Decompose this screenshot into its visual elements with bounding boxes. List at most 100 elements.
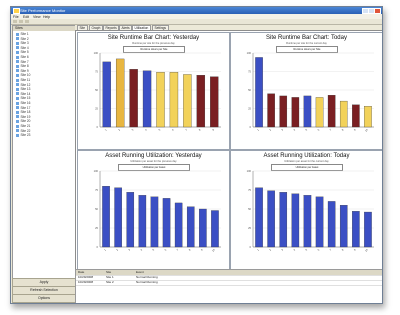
menu-file[interactable]: File bbox=[13, 15, 19, 19]
column-header-event[interactable]: Event bbox=[136, 270, 144, 275]
tree-item[interactable]: Site 7 bbox=[16, 60, 29, 64]
bar bbox=[138, 195, 147, 248]
bar bbox=[267, 190, 275, 248]
bar bbox=[199, 208, 207, 248]
x-tick-label: 8 bbox=[188, 247, 192, 251]
x-tick-label: 2 bbox=[115, 247, 119, 251]
tree-item-label: Site 1 bbox=[20, 32, 29, 36]
tree-item[interactable]: Site 5 bbox=[16, 50, 29, 54]
bar bbox=[115, 58, 125, 128]
bar bbox=[210, 76, 219, 128]
tree-item-label: Site 4 bbox=[20, 45, 29, 50]
tree-item[interactable]: Site 6 bbox=[16, 55, 29, 59]
tree-item-label: Site 20 bbox=[20, 119, 31, 124]
table-row[interactable]: 10/29/2008 Site 2 Normal Running bbox=[76, 280, 382, 286]
x-tick-label: 10 bbox=[364, 127, 369, 132]
bar bbox=[186, 206, 195, 248]
x-tick-label: 6 bbox=[316, 247, 320, 251]
cell-site: Site 2 bbox=[106, 280, 114, 284]
cell-site: Site 1 bbox=[106, 275, 114, 279]
y-tick-label: 50 bbox=[248, 88, 251, 92]
site-icon bbox=[16, 115, 19, 119]
tree-item-label: Site 14 bbox=[20, 91, 31, 96]
tree-item[interactable]: Site 18 bbox=[16, 110, 30, 114]
site-icon bbox=[16, 64, 19, 68]
menu-edit[interactable]: Edit bbox=[23, 15, 29, 19]
site-icon bbox=[16, 32, 19, 36]
x-tick-label: 4 bbox=[292, 127, 296, 131]
menu-help[interactable]: Help bbox=[43, 15, 50, 19]
tree-item-label: Site 18 bbox=[20, 110, 31, 115]
tree-item[interactable]: Site 9 bbox=[16, 69, 29, 73]
tree-item-label: Site 10 bbox=[20, 73, 31, 78]
x-tick-label: 8 bbox=[341, 127, 345, 131]
x-tick-label: 7 bbox=[176, 247, 180, 251]
x-tick-label: 4 bbox=[139, 247, 143, 251]
tree-item[interactable]: Site 16 bbox=[16, 101, 30, 105]
options-button[interactable]: Options bbox=[12, 294, 76, 303]
column-header-date[interactable]: Date bbox=[78, 270, 84, 275]
bar bbox=[364, 106, 372, 128]
site-icon bbox=[16, 120, 19, 124]
y-tick-label: 75 bbox=[248, 70, 251, 74]
x-tick-label: 10 bbox=[211, 247, 216, 252]
tree-item[interactable]: Site 12 bbox=[16, 83, 30, 87]
bar bbox=[114, 187, 122, 248]
x-tick-label: 10 bbox=[364, 247, 369, 252]
chart-panel-runtime-today: Site Runtime Bar Chart: Today Runtime pe… bbox=[230, 32, 382, 150]
site-icon bbox=[16, 87, 19, 91]
toolbar-new-icon[interactable] bbox=[13, 20, 17, 23]
bar bbox=[327, 95, 336, 128]
app-window: Site Performance Monitor File Edit View … bbox=[10, 6, 383, 304]
bar bbox=[102, 61, 111, 128]
x-tick-label: 7 bbox=[329, 127, 333, 131]
tree-item[interactable]: Site 22 bbox=[16, 129, 30, 133]
cell-date: 10/29/2008 bbox=[78, 280, 94, 284]
tree-item[interactable]: Site 14 bbox=[16, 92, 30, 96]
cell-date: 10/29/2008 bbox=[78, 275, 94, 279]
x-tick-label: 5 bbox=[157, 127, 161, 131]
tree-item[interactable]: Site 2 bbox=[16, 37, 29, 41]
x-tick-label: 9 bbox=[200, 247, 204, 251]
tree-item[interactable]: Site 13 bbox=[16, 87, 30, 91]
x-tick-label: 2 bbox=[268, 127, 272, 131]
column-header-site[interactable]: Site bbox=[106, 270, 111, 275]
tree-item[interactable]: Site 19 bbox=[16, 115, 30, 119]
bar bbox=[315, 196, 324, 248]
site-tree-header: Sites bbox=[13, 26, 75, 31]
site-icon bbox=[16, 51, 19, 55]
y-tick-label: 0 bbox=[97, 245, 99, 249]
site-icon bbox=[16, 92, 19, 96]
tree-item[interactable]: Site 8 bbox=[16, 64, 29, 68]
tree-item[interactable]: Site 11 bbox=[16, 78, 30, 82]
toolbar-open-icon[interactable] bbox=[19, 20, 23, 23]
bar bbox=[255, 187, 263, 248]
x-tick-label: 8 bbox=[198, 127, 202, 131]
bar bbox=[126, 192, 135, 248]
toolbar-save-icon[interactable] bbox=[25, 20, 29, 23]
bar bbox=[279, 192, 288, 248]
bar bbox=[129, 69, 138, 128]
tree-item[interactable]: Site 20 bbox=[16, 119, 30, 123]
tree-item[interactable]: Site 15 bbox=[16, 96, 30, 100]
tree-item[interactable]: Site 1 bbox=[16, 32, 29, 36]
x-tick-label: 8 bbox=[341, 247, 345, 251]
menu-view[interactable]: View bbox=[33, 15, 41, 19]
y-tick-label: 50 bbox=[95, 207, 98, 211]
tree-item[interactable]: Site 4 bbox=[16, 46, 29, 50]
tree-item[interactable]: Site 23 bbox=[16, 133, 30, 137]
x-tick-label: 3 bbox=[280, 127, 284, 131]
y-tick-label: 0 bbox=[250, 245, 252, 249]
tree-item-label: Site 2 bbox=[20, 36, 29, 41]
site-icon bbox=[16, 60, 19, 64]
tree-item[interactable]: Site 10 bbox=[16, 73, 30, 77]
tree-item[interactable]: Site 17 bbox=[16, 106, 30, 110]
tree-item[interactable]: Site 3 bbox=[16, 41, 29, 45]
tree-item-label: Site 6 bbox=[20, 55, 29, 59]
tree-item-label: Site 21 bbox=[20, 124, 31, 128]
site-icon bbox=[16, 74, 19, 78]
window-title: Site Performance Monitor bbox=[20, 8, 66, 13]
tree-item[interactable]: Site 21 bbox=[16, 124, 30, 128]
y-tick-label: 100 bbox=[94, 169, 99, 173]
x-tick-label: 7 bbox=[329, 247, 333, 251]
